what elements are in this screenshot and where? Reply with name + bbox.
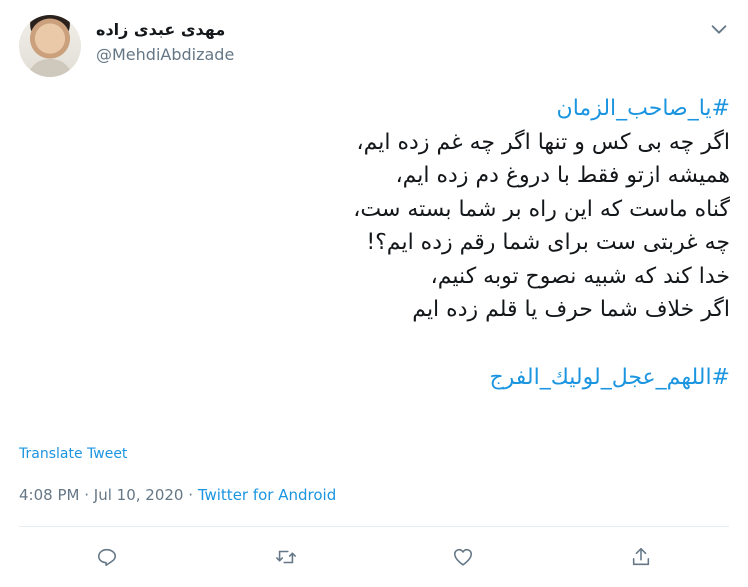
tweet-text: #یا_صاحب_الزمان اگر چه بی کس و تنها اگر …: [30, 92, 730, 394]
tweet-date[interactable]: Jul 10, 2020: [94, 486, 184, 504]
translate-tweet-link[interactable]: Translate Tweet: [19, 446, 127, 462]
divider: [19, 526, 729, 527]
share-button[interactable]: [627, 543, 655, 571]
avatar-shirt: [27, 59, 73, 77]
reply-button[interactable]: [93, 543, 121, 571]
author-display-name[interactable]: مهدی عبدی زاده: [96, 20, 225, 39]
retweet-button[interactable]: [272, 543, 300, 571]
reply-icon: [97, 548, 117, 567]
tweet-line: اگر چه بی کس و تنها اگر چه غم زده ایم،: [356, 129, 730, 155]
hashtag-link[interactable]: #یا_صاحب_الزمان: [30, 92, 730, 126]
like-button[interactable]: [449, 543, 477, 571]
tweet-line: چه غربتی ست برای شما رقم زده ایم؟!: [366, 230, 730, 255]
tweet-line: گناه ماست که این راه بر شما بسته ست،: [353, 196, 730, 222]
share-icon: [632, 547, 650, 566]
avatar[interactable]: [19, 15, 81, 77]
retweet-icon: [276, 550, 296, 564]
tweet-line: همیشه ازتو فقط با دروغ دم زده ایم،: [395, 163, 730, 188]
heart-icon: [453, 548, 473, 566]
meta-separator: ·: [188, 486, 194, 504]
chevron-down-icon[interactable]: [708, 18, 730, 40]
tweet-source-link[interactable]: Twitter for Android: [198, 486, 336, 504]
tweet-time[interactable]: 4:08 PM: [19, 486, 79, 504]
tweet-line: اگر خلاف شما حرف یا قلم زده ایم: [412, 297, 730, 322]
meta-separator: ·: [84, 486, 90, 504]
hashtag-link[interactable]: #اللهم_عجل_لوليك_الفرج: [30, 361, 730, 395]
tweet-line: خدا کند که شبیه نصوح توبه کنیم،: [430, 263, 730, 289]
author-handle[interactable]: @MehdiAbdizade: [96, 45, 234, 64]
tweet-meta: 4:08 PM · Jul 10, 2020 · Twitter for And…: [19, 486, 336, 504]
